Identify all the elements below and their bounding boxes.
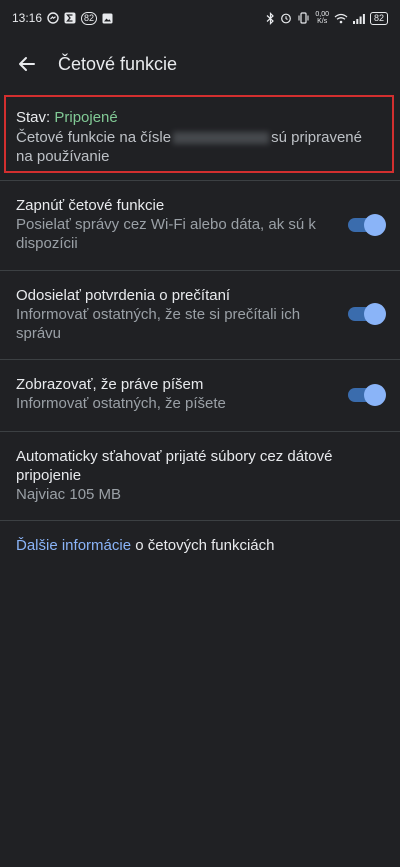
divider <box>0 431 400 432</box>
wifi-icon <box>334 13 348 24</box>
battery-indicator: 82 <box>369 11 388 25</box>
alarm-icon <box>280 12 292 24</box>
learn-more-text: Ďalšie informácie o četových funkciách <box>16 537 275 554</box>
messenger-icon <box>47 12 59 24</box>
setting-subtitle: Informovať ostatných, že ste si prečítal… <box>16 306 301 342</box>
setting-subtitle: Najviac 105 MB <box>16 486 122 503</box>
signal-icon <box>352 13 365 24</box>
redacted-phone-number <box>173 132 270 145</box>
clock: 13:16 <box>12 11 43 25</box>
gallery-icon <box>102 13 113 24</box>
setting-subtitle: Posielať správy cez Wi-Fi alebo dáta, ak… <box>16 216 316 252</box>
setting-typing-indicator[interactable]: Zobrazovať, že práve píšem Informovať os… <box>0 375 400 419</box>
status-value: Pripojené <box>54 109 118 126</box>
status-bar: 13:16 82 0,00 K/s 82 <box>0 0 400 36</box>
bluetooth-icon <box>266 11 275 25</box>
arrow-back-icon <box>19 57 35 71</box>
typing-indicator-toggle[interactable] <box>348 384 386 406</box>
connection-status: Stav: Pripojené Četové funkcie na čísle s… <box>4 95 394 173</box>
read-receipts-toggle[interactable] <box>348 303 386 325</box>
setting-title: Automaticky sťahovať prijaté súbory cez … <box>16 448 333 484</box>
setting-enable-chat[interactable]: Zapnúť četové funkcie Posielať správy ce… <box>0 196 400 260</box>
back-button[interactable] <box>0 36 54 92</box>
setting-read-receipts[interactable]: Odosielať potvrdenia o prečítaní Informo… <box>0 286 400 350</box>
status-description: Četové funkcie na čísle sú pripravené na … <box>16 129 362 165</box>
page-title: Četové funkcie <box>58 53 178 74</box>
learn-more-link[interactable]: Ďalšie informácie <box>16 537 131 554</box>
setting-auto-download[interactable]: Automaticky sťahovať prijaté súbory cez … <box>0 447 400 507</box>
vibrate-icon <box>297 12 310 24</box>
status-line: Stav: Pripojené <box>16 109 382 126</box>
divider <box>0 520 400 521</box>
divider <box>0 359 400 360</box>
network-speed: 0,00 K/s <box>315 11 329 25</box>
status-label: Stav: <box>16 109 55 126</box>
setting-subtitle: Informovať ostatných, že píšete <box>16 395 226 412</box>
app-bar: Četové funkcie <box>0 36 400 92</box>
sigma-icon <box>64 12 76 24</box>
enable-chat-toggle[interactable] <box>348 214 386 236</box>
notification-badge: 82 <box>81 11 98 25</box>
setting-title: Zobrazovať, že práve píšem <box>16 376 204 393</box>
setting-title: Zapnúť četové funkcie <box>16 197 165 214</box>
divider <box>0 180 400 181</box>
setting-title: Odosielať potvrdenia o prečítaní <box>16 287 231 304</box>
divider <box>0 270 400 271</box>
